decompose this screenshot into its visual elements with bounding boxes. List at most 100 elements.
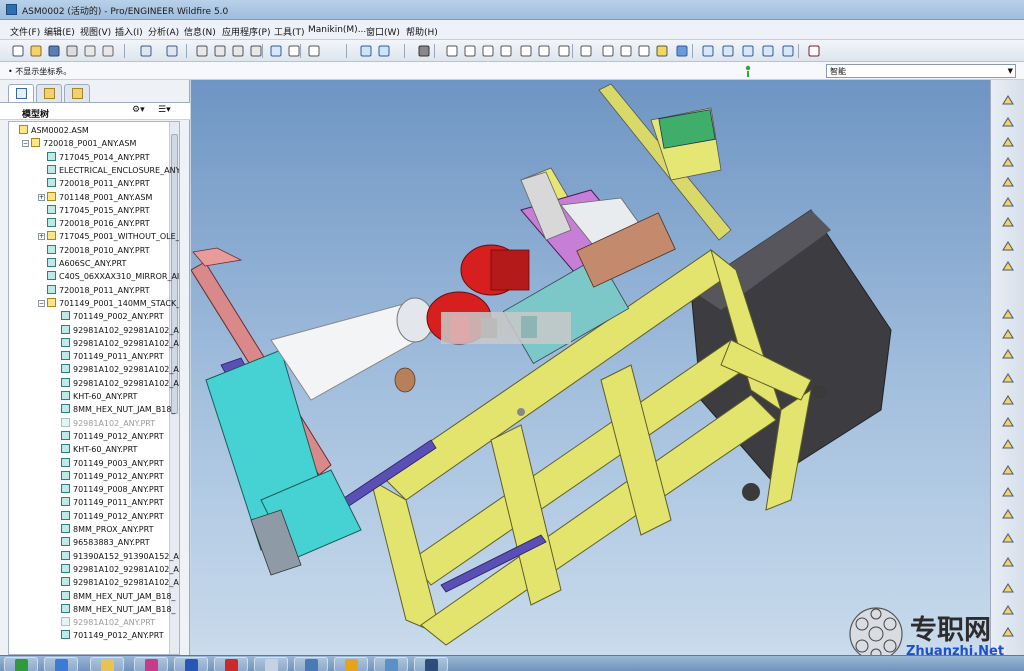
tree-item-part[interactable]: 720018_P010_ANY.PRT: [47, 244, 150, 257]
assembly-model-3d[interactable]: [191, 80, 990, 655]
zoom-in-icon[interactable]: [462, 43, 478, 59]
annotations-icon[interactable]: [780, 43, 796, 59]
analysis-icon[interactable]: [1000, 214, 1016, 230]
trim-icon[interactable]: [1000, 554, 1016, 570]
expand-icon[interactable]: +: [38, 233, 45, 241]
cut-out-icon[interactable]: [1000, 484, 1016, 500]
tree-item-part[interactable]: 8MM_PROX_ANY.PRT: [61, 523, 154, 536]
collapse-icon[interactable]: −: [22, 140, 29, 148]
redo-icon[interactable]: [164, 43, 180, 59]
save-icon[interactable]: [46, 43, 62, 59]
datum-curve-icon[interactable]: [1000, 154, 1016, 170]
traffic-light-icon[interactable]: [744, 65, 752, 77]
datum-axes-icon[interactable]: [720, 43, 736, 59]
regenerate-icon[interactable]: [268, 43, 284, 59]
tree-item-part[interactable]: 91390A152_91390A152_AN: [61, 550, 179, 563]
notepad-icon[interactable]: [254, 657, 288, 671]
zoom-out-icon[interactable]: [480, 43, 496, 59]
menu-item[interactable]: 视图(V): [80, 25, 111, 38]
tree-item-part[interactable]: 92981A102_92981A102_AN: [61, 563, 179, 576]
tab-model-tree[interactable]: [8, 84, 34, 102]
undo-icon[interactable]: [138, 43, 154, 59]
tree-item-part[interactable]: 8MM_HEX_NUT_JAM_B18_: [61, 590, 175, 603]
tree-item-assembly[interactable]: +701148_P001_ANY.ASM: [38, 191, 152, 204]
tab-folder-browser[interactable]: [36, 84, 62, 102]
datum-plane-icon[interactable]: [1000, 92, 1016, 108]
collapse-icon[interactable]: −: [38, 299, 45, 307]
tab-favorites[interactable]: [64, 84, 90, 102]
menu-item[interactable]: 文件(F): [10, 25, 40, 38]
enhanced-realism-icon[interactable]: [674, 43, 690, 59]
menu-item[interactable]: 窗口(W): [366, 25, 400, 38]
menu-item[interactable]: 帮助(H): [406, 25, 438, 38]
create-component-icon[interactable]: [1000, 326, 1016, 342]
tree-item-assembly[interactable]: − 720018_P001_ANY.ASM: [22, 137, 136, 150]
tree-item-part[interactable]: 92981A102_92981A102_AN: [61, 324, 179, 337]
menu-item[interactable]: 信息(N): [184, 25, 216, 38]
select-box-icon[interactable]: [306, 43, 322, 59]
open-folder-icon[interactable]: [28, 43, 44, 59]
tree-item-part[interactable]: 92981A102_ANY.PRT: [61, 417, 155, 430]
sweep-icon[interactable]: [1000, 392, 1016, 408]
tree-item-part[interactable]: 701149_P012_ANY.PRT: [61, 510, 164, 523]
tree-show-icon[interactable]: ☰▾: [158, 105, 180, 118]
tree-item-part[interactable]: KHT-60_ANY.PRT: [61, 390, 137, 403]
graphics-window[interactable]: [191, 80, 990, 655]
tree-item-part[interactable]: 8MM_HEX_NUT_JAM_B18_: [61, 603, 175, 616]
tree-item-part[interactable]: A606SC_ANY.PRT: [47, 257, 126, 270]
appearance-icon[interactable]: [578, 43, 594, 59]
tree-settings-icon[interactable]: ⚙▾: [132, 105, 154, 118]
tree-item-part[interactable]: 701149_P003_ANY.PRT: [61, 457, 164, 470]
refit-icon[interactable]: [498, 43, 514, 59]
round-icon[interactable]: [1000, 258, 1016, 274]
email-icon[interactable]: [82, 43, 98, 59]
merge-icon[interactable]: [1000, 462, 1016, 478]
tree-item-part[interactable]: 96583883_ANY.PRT: [61, 536, 150, 549]
coordinate-system-icon[interactable]: [1000, 194, 1016, 210]
tree-item-part[interactable]: 720018_P016_ANY.PRT: [47, 217, 150, 230]
proe-taskbar-icon[interactable]: [294, 657, 328, 671]
tree-item-part[interactable]: 701149_P002_ANY.PRT: [61, 310, 164, 323]
revolve-icon[interactable]: [1000, 370, 1016, 386]
no-hidden-icon[interactable]: [636, 43, 652, 59]
expand-icon[interactable]: +: [38, 193, 45, 201]
tree-item-part[interactable]: ELECTRICAL_ENCLOSURE_ANY: [47, 164, 179, 177]
selection-filter-dropdown[interactable]: 智能 ▼: [826, 64, 1016, 78]
assemble-icon[interactable]: [1000, 306, 1016, 322]
saved-views-icon[interactable]: [536, 43, 552, 59]
wireframe-icon[interactable]: [600, 43, 616, 59]
tree-item-part[interactable]: 92981A102_92981A102_AN: [61, 576, 179, 589]
start-button-icon[interactable]: [4, 657, 38, 671]
tree-item-part[interactable]: 701149_P011_ANY.PRT: [61, 496, 164, 509]
tree-item-part[interactable]: 701149_P012_ANY.PRT: [61, 430, 164, 443]
spin-center-icon[interactable]: [376, 43, 392, 59]
menu-item[interactable]: 插入(I): [115, 25, 143, 38]
context-help-icon[interactable]: [806, 43, 822, 59]
shaded-icon[interactable]: [654, 43, 670, 59]
tree-item-part[interactable]: 8MM_HEX_NUT_JAM_B18_: [61, 403, 175, 416]
tree-item-part[interactable]: 92981A102_ANY.PRT: [61, 616, 155, 629]
tree-item-part[interactable]: C40S_06XXAX310_MIRROR_AI: [47, 270, 179, 283]
sketch-icon[interactable]: [1000, 114, 1016, 130]
tree-item-assembly[interactable]: − 701149_P001_140MM_STACK_: [38, 297, 179, 310]
menu-item[interactable]: 分析(A): [148, 25, 179, 38]
tree-item-part[interactable]: 720018_P011_ANY.PRT: [47, 177, 150, 190]
search-icon[interactable]: [374, 657, 408, 671]
paste-icon[interactable]: [230, 43, 246, 59]
tree-item-part[interactable]: 701149_P008_ANY.PRT: [61, 483, 164, 496]
pan-icon[interactable]: [444, 43, 460, 59]
menu-item[interactable]: Manikin(M)...: [308, 25, 366, 35]
orient-icon[interactable]: [518, 43, 534, 59]
onenote-icon[interactable]: [334, 657, 368, 671]
tree-item-part[interactable]: 701149_P012_ANY.PRT: [61, 470, 164, 483]
datum-point-icon[interactable]: [1000, 174, 1016, 190]
datum-axis-icon[interactable]: [1000, 134, 1016, 150]
ie-browser-icon[interactable]: [44, 657, 78, 671]
tree-item-part[interactable]: 717045_P015_ANY.PRT: [47, 204, 150, 217]
menu-item[interactable]: 工具(T): [274, 25, 305, 38]
pattern-icon[interactable]: [1000, 346, 1016, 362]
tree-item-part[interactable]: 92981A102_92981A102_AN: [61, 363, 179, 376]
offset-icon[interactable]: [1000, 506, 1016, 522]
layers-icon[interactable]: [556, 43, 572, 59]
shading-icon[interactable]: [416, 43, 432, 59]
